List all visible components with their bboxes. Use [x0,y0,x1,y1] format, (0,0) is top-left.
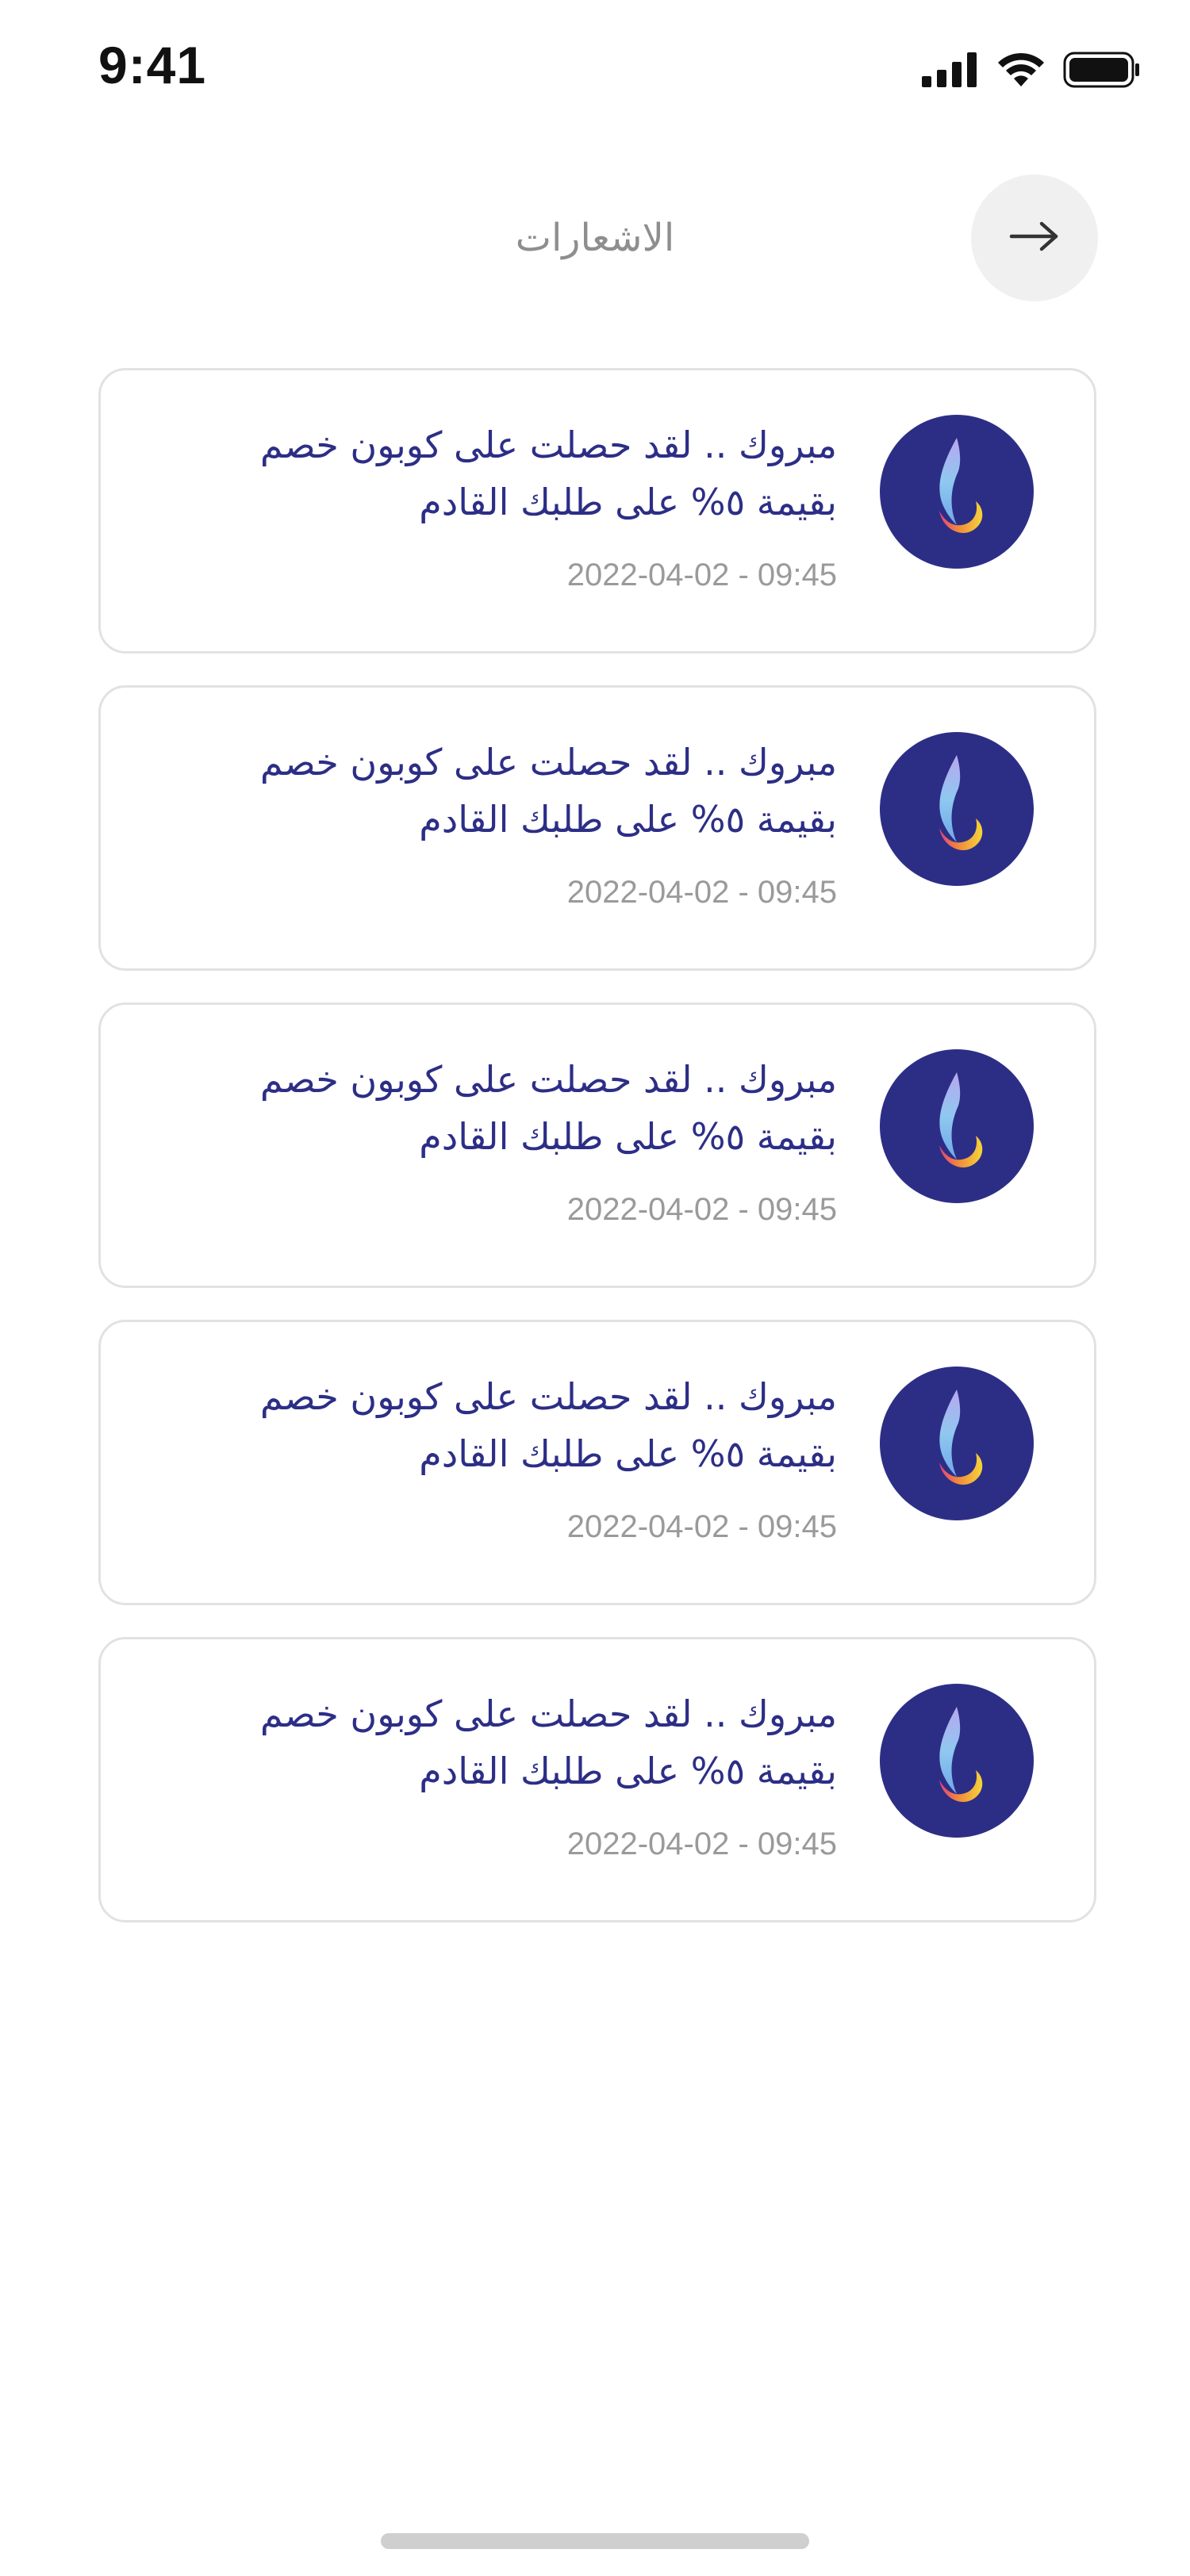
notification-avatar [880,1684,1034,1838]
notification-card[interactable]: مبروك .. لقد حصلت على كوبون خصم بقيمة ٥%… [98,1002,1096,1288]
cellular-signal-icon [922,52,979,87]
notification-card[interactable]: مبروك .. لقد حصلت على كوبون خصم بقيمة ٥%… [98,1320,1096,1605]
notification-timestamp: 2022-04-02 - 09:45 [566,1509,837,1544]
arrow-right-icon [1008,220,1061,255]
status-time: 9:41 [98,36,207,94]
notification-timestamp: 2022-04-02 - 09:45 [566,875,837,910]
battery-icon [1063,52,1141,88]
notification-avatar [880,1049,1034,1203]
flame-logo-icon [917,1069,996,1183]
notification-avatar [880,732,1034,886]
flame-logo-icon [917,435,996,549]
notification-card[interactable]: مبروك .. لقد حصلت على كوبون خصم بقيمة ٥%… [98,685,1096,971]
notification-message: مبروك .. لقد حصلت على كوبون خصم بقيمة ٥%… [259,1692,837,1792]
notification-timestamp: 2022-04-02 - 09:45 [566,1827,837,1861]
notification-message: مبروك .. لقد حصلت على كوبون خصم بقيمة ٥%… [259,1375,837,1475]
flame-logo-icon [917,752,996,866]
notification-message: مبروك .. لقد حصلت على كوبون خصم بقيمة ٥%… [259,741,837,841]
header: الاشعارات [0,167,1190,301]
notification-message: مبروك .. لقد حصلت على كوبون خصم بقيمة ٥%… [259,424,837,523]
status-icons [922,46,1141,94]
notification-avatar [880,415,1034,569]
back-button[interactable] [971,174,1098,301]
flame-logo-icon [917,1704,996,1818]
home-indicator [381,2533,809,2549]
notification-card[interactable]: مبروك .. لقد حصلت على كوبون خصم بقيمة ٥%… [98,1637,1096,1922]
notification-card[interactable]: مبروك .. لقد حصلت على كوبون خصم بقيمة ٥%… [98,368,1096,654]
notification-list: مبروك .. لقد حصلت على كوبون خصم بقيمة ٥%… [98,368,1096,1954]
wifi-icon [996,52,1046,88]
notification-timestamp: 2022-04-02 - 09:45 [566,558,837,592]
status-bar: 9:41 [0,0,1190,135]
notification-message: مبروك .. لقد حصلت على كوبون خصم بقيمة ٥%… [259,1058,837,1158]
notification-avatar [880,1367,1034,1520]
flame-logo-icon [917,1386,996,1501]
notification-timestamp: 2022-04-02 - 09:45 [566,1192,837,1227]
